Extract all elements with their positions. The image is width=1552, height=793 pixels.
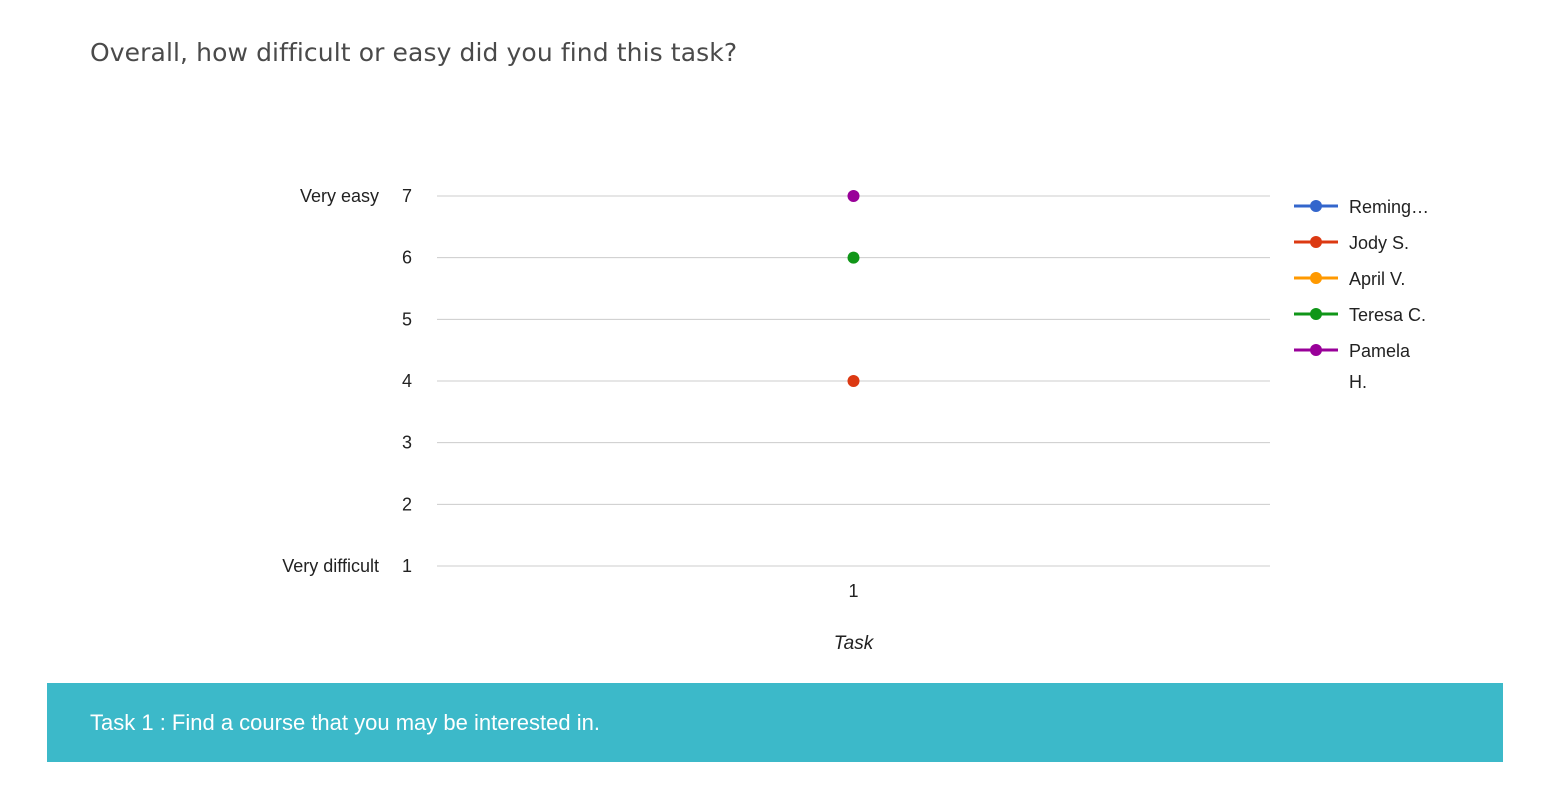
y-tick-label-4: 4 — [402, 371, 412, 391]
task-banner: Task 1 : Find a course that you may be i… — [47, 683, 1503, 762]
legend-marker-reming- — [1310, 200, 1322, 212]
y-tick-label-5: 5 — [402, 309, 412, 329]
y-tick-label-7: 7 — [402, 186, 412, 206]
legend-marker-april-v- — [1310, 272, 1322, 284]
legend-label-jody-s-: Jody S. — [1349, 233, 1409, 253]
data-point-pamela-h- — [847, 190, 860, 202]
y-tick-text-1: Very difficult — [282, 556, 379, 576]
y-tick-label-1: 1 — [402, 556, 412, 576]
data-point-teresa-c- — [847, 251, 860, 264]
legend-label-pamela-h--line-2: H. — [1349, 372, 1367, 392]
legend-label-pamela-h--line-1: Pamela — [1349, 341, 1411, 361]
y-tick-text-7: Very easy — [300, 186, 379, 206]
legend-marker-jody-s- — [1310, 236, 1322, 248]
y-tick-label-3: 3 — [402, 433, 412, 453]
x-tick-label-1: 1 — [848, 581, 858, 601]
y-tick-label-2: 2 — [402, 494, 412, 514]
legend-label-teresa-c-: Teresa C. — [1349, 305, 1426, 325]
data-point-jody-s- — [847, 375, 860, 387]
legend-marker-pamela-h- — [1310, 344, 1322, 356]
rating-chart: 7 Very easy 6 5 4 3 2 1 Very difficult 1 Task Remin… — [282, 186, 1429, 654]
legend-label-april-v-: April V. — [1349, 269, 1405, 289]
x-axis-title: Task — [834, 633, 875, 654]
legend-marker-teresa-c- — [1310, 308, 1322, 320]
task-banner-label: Task 1 : Find a course that you may be i… — [90, 710, 600, 735]
y-tick-label-6: 6 — [402, 248, 412, 268]
legend-label-reming-: Reming… — [1349, 197, 1429, 217]
